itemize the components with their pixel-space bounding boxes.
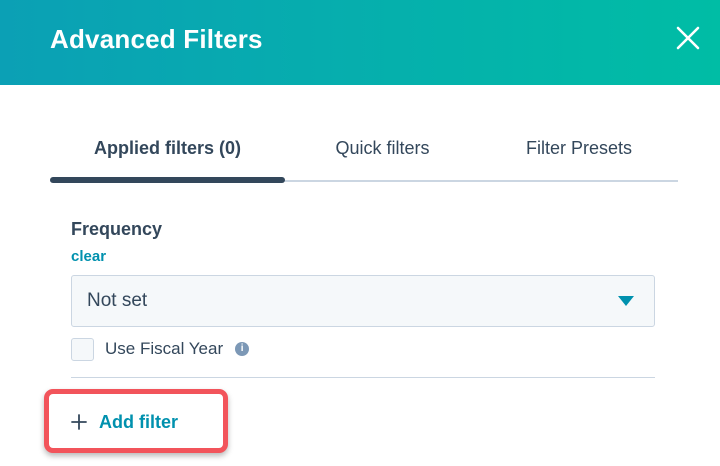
fiscal-year-row: Use Fiscal Year i — [71, 336, 250, 362]
plus-icon — [71, 414, 87, 430]
fiscal-year-checkbox[interactable] — [71, 337, 94, 361]
caret-down-icon — [618, 296, 634, 306]
clear-link[interactable]: clear — [71, 248, 106, 265]
add-filter-button[interactable]: Add filter — [71, 410, 178, 434]
close-button[interactable] — [670, 20, 706, 56]
frequency-label: Frequency — [71, 219, 163, 239]
section-divider — [71, 377, 655, 378]
frequency-select[interactable]: Not set — [71, 275, 655, 327]
tab-quick-filters[interactable]: Quick filters — [285, 138, 480, 168]
active-tab-indicator — [50, 177, 285, 183]
add-filter-label: Add filter — [99, 411, 178, 432]
frequency-select-value: Not set — [87, 290, 148, 311]
tab-filter-presets[interactable]: Filter Presets — [480, 138, 678, 168]
info-icon[interactable]: i — [235, 342, 250, 356]
close-icon — [676, 26, 700, 50]
fiscal-year-label: Use Fiscal Year — [105, 339, 224, 358]
tab-applied-filters[interactable]: Applied filters (0) — [50, 138, 285, 168]
filter-tabs: Applied filters (0) Quick filters Filter… — [50, 128, 678, 184]
modal-title: Advanced Filters — [50, 24, 263, 54]
modal-header: Advanced Filters — [0, 0, 720, 85]
